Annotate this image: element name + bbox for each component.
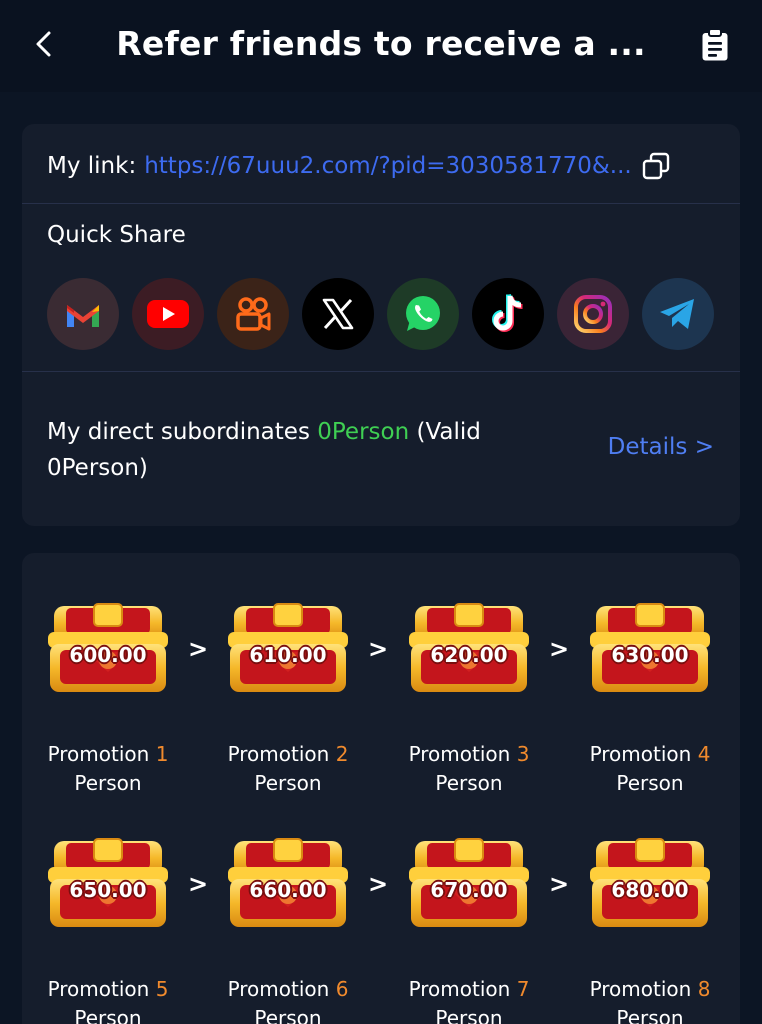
promotion-text: Promotion [408, 977, 511, 1001]
instagram-icon [574, 295, 612, 333]
promotion-text: Promotion [47, 977, 150, 1001]
divider [22, 203, 740, 204]
youtube-icon [147, 300, 189, 328]
reward-chest: 630.00 [566, 602, 734, 696]
link-label: My link: [47, 153, 137, 179]
telegram-share-button[interactable] [642, 278, 714, 350]
promotion-unit: Person [74, 771, 142, 795]
reward-amount: 600.00 [69, 643, 147, 667]
reward-chest: 610.00 [204, 602, 372, 696]
promotion-text: Promotion [47, 742, 150, 766]
reward-chest: 620.00 [385, 602, 553, 696]
promotion-number: 3 [516, 742, 530, 766]
reward-amount: 630.00 [611, 643, 689, 667]
reward-chest: 660.00 [204, 837, 372, 931]
reward-item: 630.00 Promotion 4 Person [566, 602, 734, 798]
invite-card: My link: https://67uuu2.com/?pid=3030581… [22, 124, 740, 526]
promotion-unit: Person [254, 1006, 322, 1024]
promotion-unit: Person [435, 1006, 503, 1024]
reward-chest: 680.00 [566, 837, 734, 931]
invite-link-row: My link: https://67uuu2.com/?pid=3030581… [47, 146, 715, 186]
youtube-share-button[interactable] [132, 278, 204, 350]
reward-chest: 600.00 [24, 602, 192, 696]
details-link[interactable]: Details > [608, 434, 714, 460]
promotion-text: Promotion [589, 977, 692, 1001]
reward-item: 660.00 Promotion 6 Person [204, 837, 372, 1024]
valid-count: 0Person) [47, 455, 148, 481]
divider [22, 371, 740, 372]
tiktok-icon [492, 293, 523, 332]
subordinates-middle: (Valid [409, 419, 481, 445]
copy-link-button[interactable] [642, 152, 672, 182]
quick-share-label: Quick Share [47, 222, 186, 248]
reward-amount: 660.00 [249, 878, 327, 902]
promotion-text: Promotion [408, 742, 511, 766]
reward-item: 650.00 Promotion 5 Person [24, 837, 192, 1024]
subordinates-summary: My direct subordinates 0Person (Valid 0P… [47, 414, 567, 486]
promotion-label: Promotion 7 [385, 975, 553, 1003]
promotion-number: 7 [516, 977, 530, 1001]
promotion-number: 1 [155, 742, 169, 766]
promotion-number: 4 [697, 742, 711, 766]
x-share-button[interactable] [302, 278, 374, 350]
promotion-label: Promotion 4 [566, 740, 734, 768]
reward-amount: 620.00 [430, 643, 508, 667]
gmail-icon [67, 305, 99, 327]
x-icon [322, 298, 354, 330]
promotion-text: Promotion [227, 742, 330, 766]
promotion-label: Promotion 3 [385, 740, 553, 768]
promotion-label: Promotion 8 [566, 975, 734, 1003]
telegram-icon [660, 299, 694, 329]
chevron-left-icon [36, 31, 51, 57]
reward-amount: 680.00 [611, 878, 689, 902]
reward-amount: 670.00 [430, 878, 508, 902]
kuaishou-icon [236, 297, 271, 331]
reward-item: 680.00 Promotion 8 Person [566, 837, 734, 1024]
reward-item: 600.00 Promotion 1 Person [24, 602, 192, 798]
promotion-unit: Person [616, 1006, 684, 1024]
reward-amount: 650.00 [69, 878, 147, 902]
invite-link-url[interactable]: https://67uuu2.com/?pid=3030581770&... [144, 153, 632, 179]
promotion-label: Promotion 2 [204, 740, 372, 768]
whatsapp-share-button[interactable] [387, 278, 459, 350]
reward-item: 670.00 Promotion 7 Person [385, 837, 553, 1024]
reward-chest: 670.00 [385, 837, 553, 931]
promotion-text: Promotion [589, 742, 692, 766]
reward-item: 610.00 Promotion 2 Person [204, 602, 372, 798]
whatsapp-icon [406, 296, 440, 331]
promotion-number: 8 [697, 977, 711, 1001]
promotion-number: 2 [335, 742, 349, 766]
clipboard-icon [702, 28, 728, 61]
back-button[interactable] [28, 28, 60, 60]
header-bar: Refer friends to receive a ... [0, 0, 762, 92]
reward-item: 620.00 Promotion 3 Person [385, 602, 553, 798]
reward-amount: 610.00 [249, 643, 327, 667]
promotion-text: Promotion [227, 977, 330, 1001]
copy-icon [642, 152, 670, 180]
promotion-number: 5 [155, 977, 169, 1001]
quick-share-row [47, 278, 714, 350]
kuaishou-share-button[interactable] [217, 278, 289, 350]
promotion-unit: Person [435, 771, 503, 795]
promotion-label: Promotion 1 [24, 740, 192, 768]
reward-chest: 650.00 [24, 837, 192, 931]
promotion-number: 6 [335, 977, 349, 1001]
promotion-label: Promotion 6 [204, 975, 372, 1003]
instagram-share-button[interactable] [557, 278, 629, 350]
promotion-unit: Person [616, 771, 684, 795]
promotion-unit: Person [74, 1006, 142, 1024]
tiktok-share-button[interactable] [472, 278, 544, 350]
subordinates-prefix: My direct subordinates [47, 419, 318, 445]
rules-button[interactable] [698, 26, 732, 64]
promotion-unit: Person [254, 771, 322, 795]
gmail-share-button[interactable] [47, 278, 119, 350]
rewards-card: 600.00 Promotion 1 Person > 610.00 Promo… [22, 553, 740, 1024]
page-title: Refer friends to receive a ... [116, 23, 646, 63]
promotion-label: Promotion 5 [24, 975, 192, 1003]
subordinates-count: 0Person [317, 419, 410, 445]
